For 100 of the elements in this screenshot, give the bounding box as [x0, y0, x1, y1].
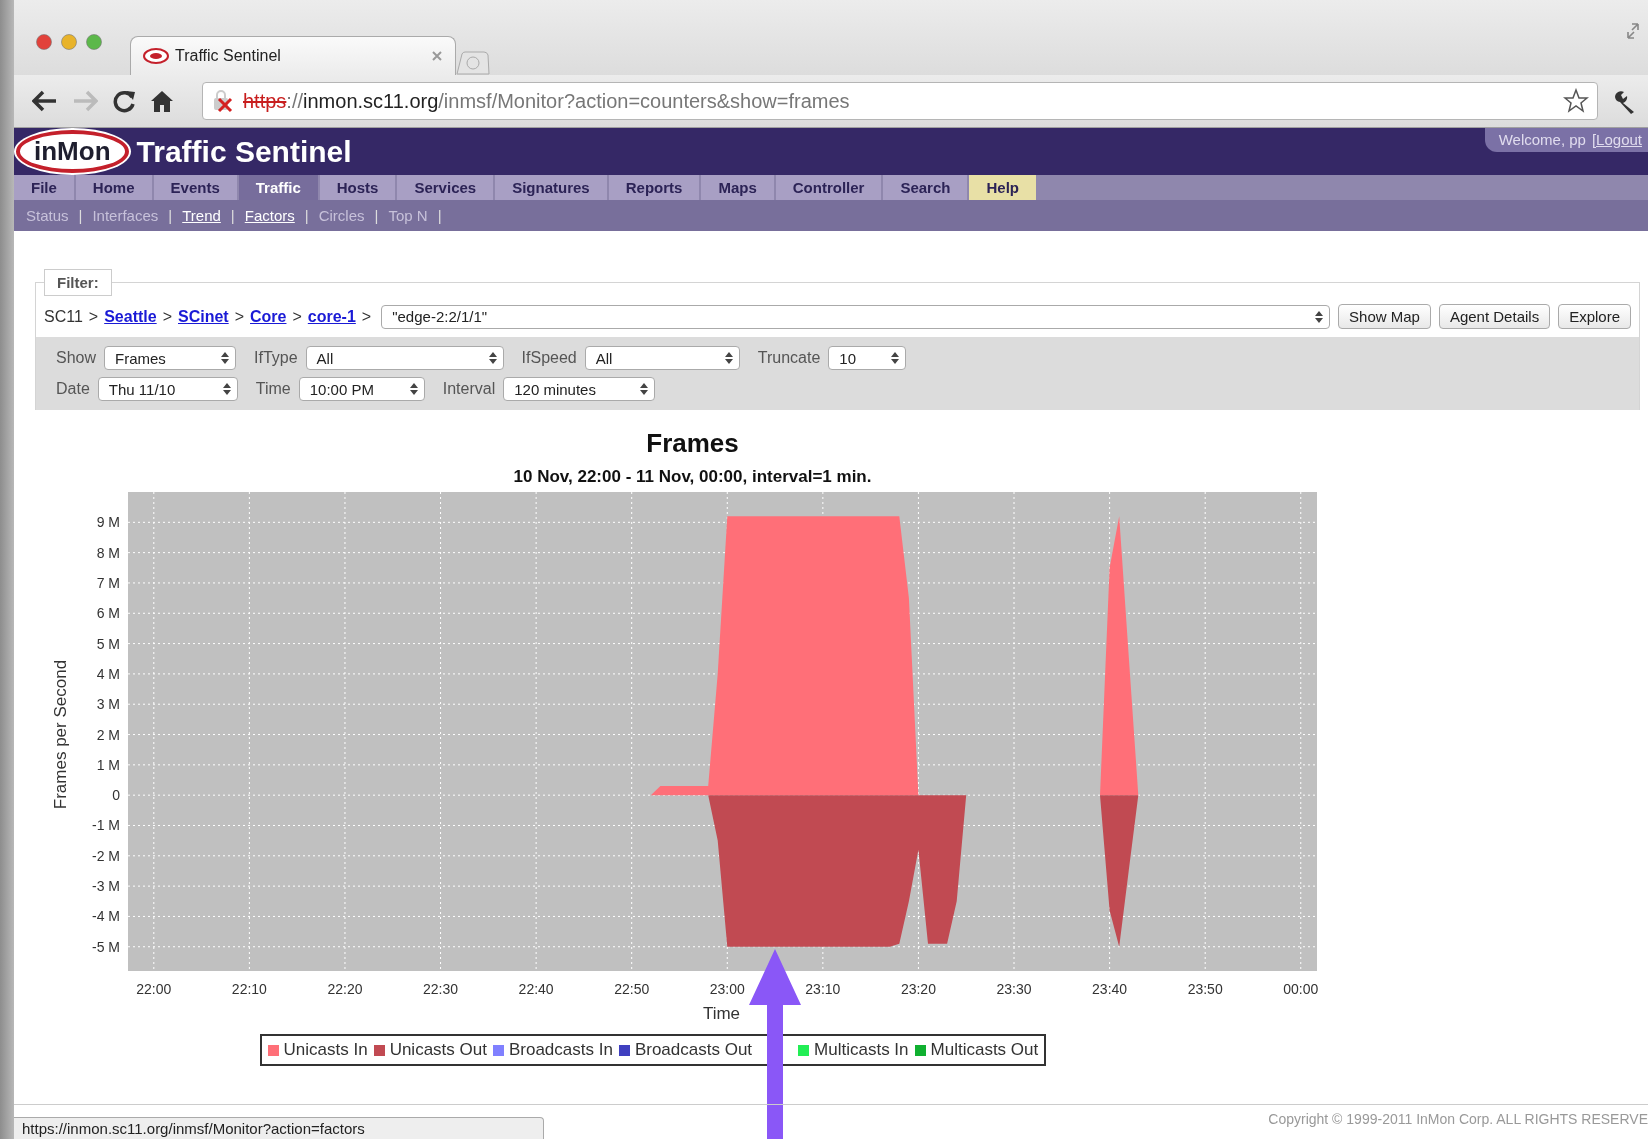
- legend-label: Broadcasts In: [508, 1040, 613, 1060]
- nav-tab[interactable]: Reports: [608, 175, 702, 200]
- dropdown[interactable]: Thu 11/10: [97, 377, 238, 401]
- dropdown[interactable]: All: [584, 346, 740, 370]
- action-button[interactable]: Explore: [1558, 304, 1631, 329]
- select-arrows-icon: [1315, 310, 1324, 323]
- field-label: Truncate: [757, 349, 821, 367]
- close-icon[interactable]: [431, 50, 443, 62]
- breadcrumb-separator: >: [292, 307, 302, 326]
- agent-select[interactable]: "edge-2:2/1/1": [381, 304, 1331, 329]
- axis-tick-label: 1 M: [96, 756, 120, 773]
- breadcrumb-text: SC11: [44, 307, 83, 326]
- axis-tick-label: 22:40: [518, 981, 554, 997]
- legend-label: Multicasts Out: [930, 1040, 1039, 1060]
- field-label: IfSpeed: [521, 349, 577, 367]
- minimize-window-button[interactable]: [61, 33, 77, 50]
- home-icon[interactable]: [150, 89, 174, 113]
- legend-label: Unicasts In: [283, 1040, 368, 1060]
- select-arrows-icon: [409, 383, 418, 395]
- axis-tick-label: -5 M: [92, 938, 120, 955]
- nav-tab[interactable]: Home: [75, 175, 154, 200]
- axis-tick-label: 7 M: [96, 574, 120, 591]
- action-button[interactable]: Show Map: [1338, 304, 1431, 329]
- separator: |: [304, 207, 309, 224]
- zoom-window-button[interactable]: [86, 33, 102, 50]
- breadcrumb-link[interactable]: Seattle: [104, 307, 157, 326]
- axis-tick-label: 00:00: [1283, 981, 1319, 997]
- legend-label: Unicasts Out: [389, 1040, 487, 1060]
- axis-tick-label: 22:20: [327, 981, 363, 997]
- dropdown[interactable]: 120 minutes: [503, 377, 656, 401]
- separator: |: [437, 207, 442, 224]
- nav-tab[interactable]: File: [14, 175, 76, 200]
- breadcrumb-separator: >: [234, 307, 244, 326]
- action-button[interactable]: Agent Details: [1438, 304, 1551, 329]
- resize-icon[interactable]: [1624, 22, 1642, 40]
- back-icon[interactable]: [32, 90, 58, 112]
- status-bar: https://inmon.sc11.org/inmsf/Monitor?action=factors: [14, 1117, 544, 1139]
- axis-tick-label: 6 M: [96, 605, 120, 622]
- dropdown[interactable]: 10:00 PM: [298, 377, 425, 401]
- nav-tab[interactable]: Services: [397, 175, 496, 200]
- nav-tab[interactable]: Events: [153, 175, 239, 200]
- axis-tick-label: 22:10: [231, 981, 267, 997]
- axis-tick-label: 22:00: [136, 981, 172, 997]
- subnav-link[interactable]: Trend: [182, 207, 221, 224]
- axis-tick-label: 0: [112, 787, 120, 804]
- insecure-lock-icon: [211, 89, 235, 113]
- separator: |: [78, 207, 83, 224]
- reload-icon[interactable]: [112, 89, 136, 113]
- nav-tab[interactable]: Help: [969, 175, 1038, 200]
- field-label: IfType: [254, 349, 298, 367]
- axis-tick-label: 4 M: [96, 665, 120, 682]
- nav-tab[interactable]: Traffic: [238, 175, 320, 200]
- nav-tab[interactable]: Hosts: [319, 175, 398, 200]
- select-arrows-icon: [724, 352, 733, 364]
- breadcrumb-separator: >: [361, 307, 372, 326]
- nav-tab[interactable]: Maps: [701, 175, 776, 200]
- subnav-link[interactable]: Factors: [244, 207, 295, 224]
- address-field[interactable]: https://inmon.sc11.org/inmsf/Monitor?action=counters&show=frames: [202, 82, 1598, 120]
- nav-tab[interactable]: Search: [883, 175, 970, 200]
- axis-tick-label: -4 M: [92, 908, 120, 925]
- dropdown[interactable]: Frames: [104, 346, 237, 370]
- select-arrows-icon: [221, 352, 230, 364]
- breadcrumb-link[interactable]: core-1: [307, 307, 356, 326]
- field-label: Interval: [442, 380, 496, 398]
- dropdown[interactable]: All: [305, 346, 504, 370]
- axis-tick-label: -2 M: [92, 847, 120, 864]
- axis-tick-label: 8 M: [96, 544, 120, 561]
- dropdown[interactable]: 10: [828, 346, 907, 370]
- star-icon[interactable]: [1563, 88, 1589, 114]
- axis-tick-label: 23:40: [1092, 981, 1128, 997]
- breadcrumb-link[interactable]: Core: [250, 307, 287, 326]
- browser-tab[interactable]: Traffic Sentinel: [130, 36, 456, 75]
- axis-tick-label: -1 M: [92, 817, 120, 834]
- axis-tick-label: 22:50: [614, 981, 650, 997]
- breadcrumb-separator: >: [88, 307, 99, 326]
- chart-title: Frames: [646, 428, 739, 458]
- axis-tick-label: 23:00: [709, 981, 745, 997]
- field-label: Time: [255, 380, 291, 398]
- breadcrumb-separator: >: [162, 307, 172, 326]
- axis-tick-label: -3 M: [92, 878, 120, 895]
- axis-tick-label: 5 M: [96, 635, 120, 652]
- chart-subtitle: 10 Nov, 22:00 - 11 Nov, 00:00, interval=1 min.: [513, 467, 872, 486]
- axis-tick-label: 23:20: [900, 981, 936, 997]
- close-window-button[interactable]: [36, 33, 52, 50]
- app-title: Traffic Sentinel: [136, 134, 352, 169]
- breadcrumb-link[interactable]: SCinet: [178, 307, 229, 326]
- nav-tab[interactable]: Controller: [775, 175, 884, 200]
- axis-tick-label: 3 M: [96, 696, 120, 713]
- separator: |: [168, 207, 173, 224]
- axis-tick-label: 22:30: [423, 981, 459, 997]
- select-arrows-icon: [891, 352, 900, 364]
- separator: |: [374, 207, 379, 224]
- nav-tab[interactable]: Signatures: [495, 175, 609, 200]
- axis-tick-label: 9 M: [96, 514, 120, 531]
- select-arrows-icon: [488, 352, 497, 364]
- logo[interactable]: inMon: [16, 130, 129, 173]
- select-arrows-icon: [640, 383, 649, 395]
- axis-tick-label: 23:30: [996, 981, 1032, 997]
- axis-tick-label: 23:10: [805, 981, 841, 997]
- legend-label: Multicasts In: [814, 1040, 909, 1060]
